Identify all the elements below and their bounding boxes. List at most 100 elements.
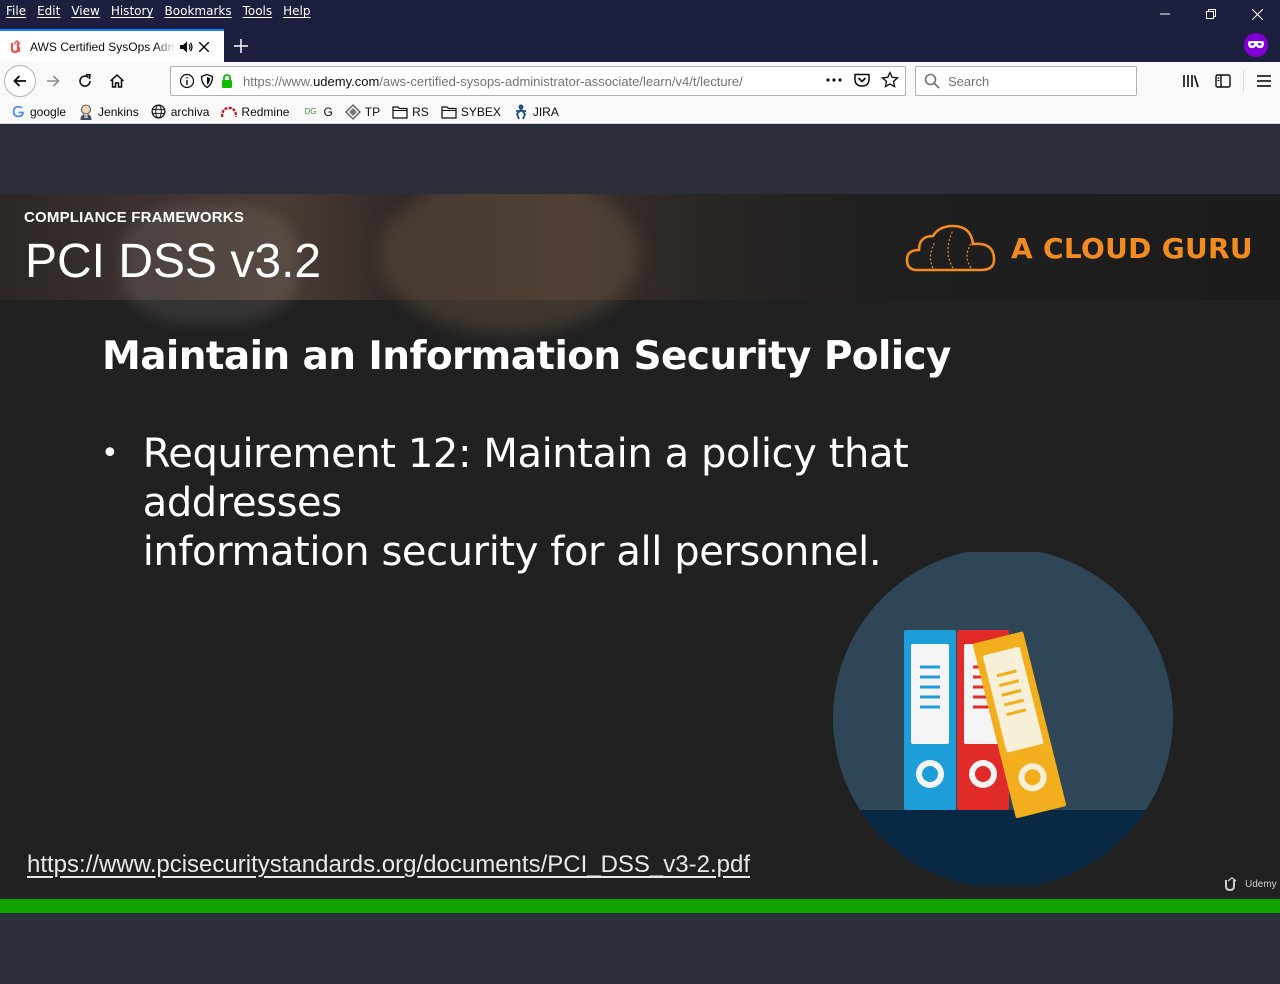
slide-title: PCI DSS v3.2 — [25, 235, 322, 288]
hamburger-menu-icon — [1257, 75, 1271, 87]
menu-view[interactable]: View — [71, 4, 99, 18]
redmine-icon — [221, 104, 238, 120]
arrow-right-icon — [47, 75, 60, 87]
udemy-logo-icon — [1225, 877, 1237, 891]
lock-icon[interactable] — [219, 73, 235, 89]
a-cloud-guru-logo: A CLOUD GURU — [905, 222, 1253, 274]
folder-icon — [392, 104, 408, 120]
bookmarks-toolbar: google Jenkins archiva Redmine DG G TP R… — [0, 100, 1280, 124]
private-browsing-icon — [1244, 33, 1268, 57]
bookmark-label: SYBEX — [460, 104, 501, 119]
menu-edit[interactable]: Edit — [37, 4, 60, 18]
navigation-toolbar: https://www.udemy.com/aws-certified-syso… — [0, 62, 1280, 100]
restore-icon — [1206, 9, 1216, 19]
bullet-line-1: Requirement 12: Maintain a policy that a… — [142, 431, 909, 526]
url-path: /aws-certified-sysops-administrator-asso… — [379, 73, 743, 89]
bookmark-g[interactable]: DG G — [301, 104, 332, 120]
slide-heading: Maintain an Information Security Policy — [102, 334, 951, 379]
window-controls — [1142, 0, 1280, 28]
bookmark-folder-sybex[interactable]: SYBEX — [441, 104, 501, 120]
menu-bar: File Edit View History Bookmarks Tools H… — [0, 0, 322, 22]
page-actions-menu-icon[interactable] — [825, 72, 843, 88]
page-content: COMPLIANCE FRAMEWORKS PCI DSS v3.2 A CLO… — [0, 125, 1280, 984]
search-bar[interactable] — [915, 66, 1137, 96]
slide-kicker: COMPLIANCE FRAMEWORKS — [24, 209, 245, 226]
cloud-icon — [905, 224, 996, 272]
toolbar-separator — [1243, 70, 1244, 92]
pci-document-link[interactable]: https://www.pcisecuritystandards.org/doc… — [27, 851, 750, 879]
udemy-favicon-icon — [10, 39, 21, 53]
bookmark-star-icon[interactable] — [881, 71, 899, 89]
menu-bookmarks[interactable]: Bookmarks — [165, 4, 232, 18]
bookmark-jenkins[interactable]: Jenkins — [78, 104, 139, 120]
bookmark-jira[interactable]: JIRA — [513, 104, 559, 120]
back-button[interactable] — [4, 65, 36, 97]
bookmark-folder-rs[interactable]: RS — [392, 104, 429, 120]
bookmark-label: archiva — [170, 104, 210, 119]
menu-help[interactable]: Help — [283, 4, 310, 18]
forward-button[interactable] — [38, 66, 68, 96]
dg-icon: DG — [304, 107, 317, 116]
search-input[interactable] — [948, 73, 1118, 89]
google-icon — [10, 104, 26, 120]
bullet-dot: • — [101, 436, 119, 471]
video-progress-bar[interactable] — [0, 899, 1280, 913]
library-button[interactable] — [1175, 66, 1207, 96]
search-icon — [924, 73, 940, 89]
menu-history[interactable]: History — [111, 4, 154, 18]
bookmark-label: Jenkins — [98, 104, 139, 119]
pocket-icon[interactable] — [853, 72, 871, 88]
speaker-icon[interactable] — [178, 39, 194, 55]
url-bar[interactable]: https://www.udemy.com/aws-certified-syso… — [170, 66, 906, 96]
slide-header-banner: COMPLIANCE FRAMEWORKS PCI DSS v3.2 A CLO… — [0, 194, 1280, 334]
tab-close-button[interactable] — [196, 39, 212, 55]
watermark-text: Udemy — [1245, 878, 1277, 890]
home-button[interactable] — [102, 66, 132, 96]
menu-tools[interactable]: Tools — [243, 4, 273, 18]
globe-icon — [151, 104, 167, 120]
binders-illustration — [833, 552, 1173, 885]
bookmark-google[interactable]: google — [10, 104, 66, 120]
home-icon — [109, 73, 125, 88]
bookmark-label: google — [30, 104, 67, 119]
minimize-button[interactable] — [1142, 0, 1188, 28]
folder-icon — [441, 104, 457, 120]
tp-icon — [344, 103, 361, 120]
close-icon — [199, 41, 209, 52]
lecture-video-slide[interactable]: COMPLIANCE FRAMEWORKS PCI DSS v3.2 A CLO… — [0, 194, 1280, 899]
browser-titlebar: File Edit View History Bookmarks Tools H… — [0, 0, 1280, 62]
udemy-watermark: Udemy — [1224, 877, 1277, 891]
jenkins-icon — [78, 104, 94, 120]
url-host: udemy.com — [313, 73, 380, 89]
toolbar-right — [1175, 66, 1280, 96]
tracking-shield-icon[interactable] — [199, 73, 215, 89]
reload-icon — [79, 73, 91, 87]
sidebar-icon — [1215, 74, 1231, 88]
bookmark-redmine[interactable]: Redmine — [221, 104, 289, 120]
bookmark-label: TP — [364, 104, 381, 119]
close-icon — [1251, 8, 1263, 20]
tab-udemy-course[interactable]: AWS Certified SysOps Administrator - Ass… — [0, 29, 224, 62]
bookmark-label: G — [323, 104, 333, 119]
restore-button[interactable] — [1188, 0, 1234, 28]
url-prefix: https://www. — [243, 73, 314, 89]
bookmark-archiva[interactable]: archiva — [151, 104, 210, 120]
tab-strip: AWS Certified SysOps Administrator - Ass… — [0, 29, 1280, 62]
header-photo-shade — [380, 194, 640, 334]
bookmark-tp[interactable]: TP — [344, 103, 381, 120]
minimize-icon — [1160, 13, 1170, 15]
new-tab-button[interactable] — [228, 33, 254, 59]
reload-button[interactable] — [70, 66, 100, 96]
bookmark-label: RS — [412, 104, 429, 119]
open-menu-button[interactable] — [1248, 66, 1280, 96]
plus-icon — [234, 39, 248, 53]
url-text[interactable]: https://www.udemy.com/aws-certified-syso… — [243, 74, 788, 89]
sidebar-toggle-button[interactable] — [1207, 66, 1239, 96]
brand-name: A CLOUD GURU — [1011, 231, 1253, 265]
bookmark-label: JIRA — [532, 104, 559, 119]
close-window-button[interactable] — [1234, 0, 1280, 28]
menu-file[interactable]: File — [6, 4, 26, 18]
library-icon — [1183, 75, 1199, 88]
jira-icon — [513, 104, 529, 120]
info-icon[interactable] — [179, 73, 195, 89]
